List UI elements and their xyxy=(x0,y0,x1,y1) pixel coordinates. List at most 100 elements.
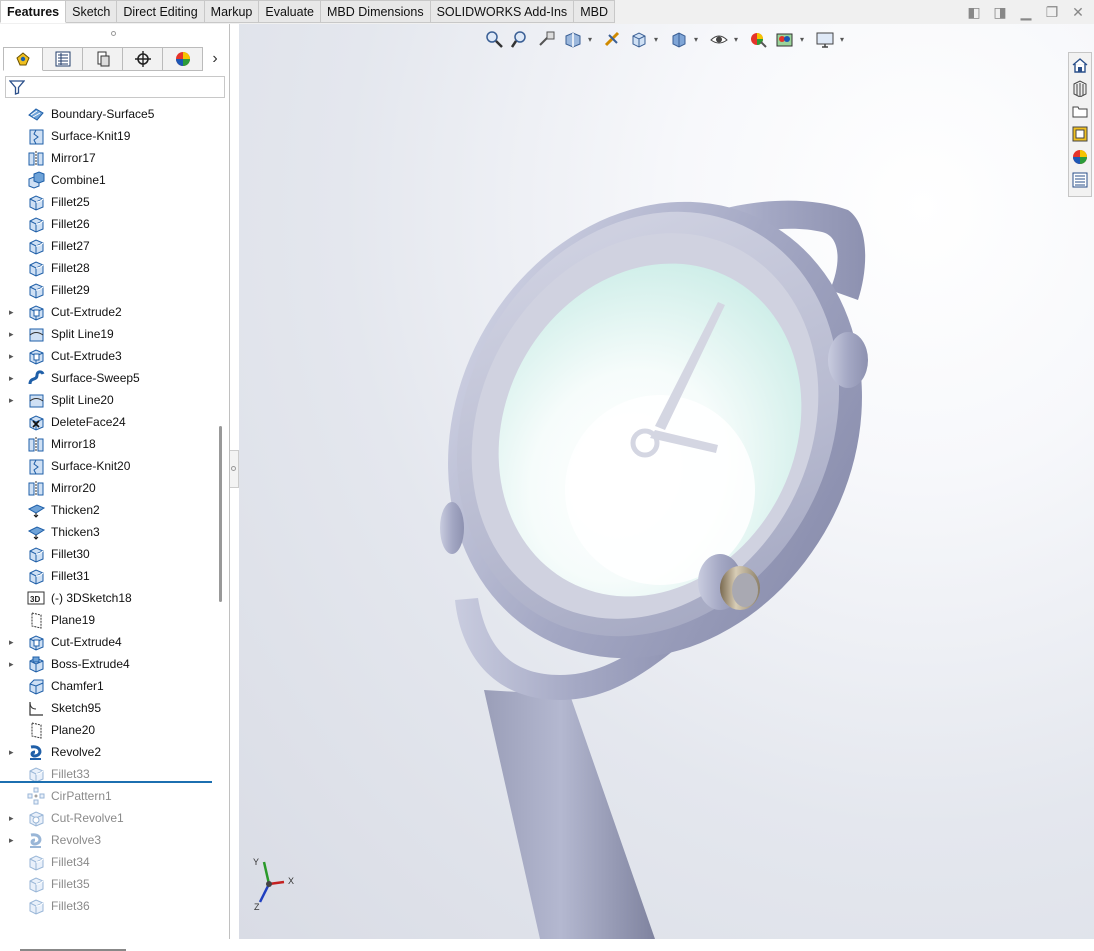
feature-tree-item[interactable]: Chamfer1 xyxy=(0,675,214,697)
dropdown-arrow-icon[interactable]: ▾ xyxy=(654,35,662,44)
feature-tree-item[interactable]: Plane20 xyxy=(0,719,214,741)
feature-tree-item[interactable]: Mirror18 xyxy=(0,433,214,455)
tab-display-manager[interactable] xyxy=(163,47,203,71)
triad-label-y: Y xyxy=(253,857,259,867)
feature-tree-item[interactable]: Combine1 xyxy=(0,169,214,191)
feature-tree-item[interactable]: Fillet36 xyxy=(0,895,214,917)
feature-tree-item[interactable]: ▸ Cut-Extrude3 xyxy=(0,345,214,367)
vertical-scrollbar[interactable] xyxy=(219,426,222,602)
edit-appearance-icon[interactable] xyxy=(748,29,768,49)
expand-arrow-icon[interactable]: ▸ xyxy=(9,307,17,317)
dropdown-arrow-icon[interactable]: ▾ xyxy=(840,35,848,44)
feature-tree-item[interactable]: ▸ Split Line19 xyxy=(0,323,214,345)
feature-tree-item[interactable]: Surface-Knit20 xyxy=(0,455,214,477)
close-icon[interactable]: ✕ xyxy=(1070,4,1086,20)
feature-tree-item[interactable]: Fillet25 xyxy=(0,191,214,213)
surface-knit-icon xyxy=(27,457,45,475)
feature-tree-item[interactable]: Fillet28 xyxy=(0,257,214,279)
feature-tree-item[interactable]: ▸ Cut-Revolve1 xyxy=(0,807,214,829)
fillet-icon xyxy=(27,237,45,255)
tab-mbd[interactable]: MBD xyxy=(574,0,615,23)
feature-tree-item[interactable]: Thicken2 xyxy=(0,499,214,521)
tab-solidworks-add-ins[interactable]: SOLIDWORKS Add-Ins xyxy=(430,0,575,23)
hide-show-items-icon[interactable] xyxy=(708,29,728,49)
dynamic-annotation-icon[interactable] xyxy=(602,29,622,49)
feature-tree-item[interactable]: Fillet31 xyxy=(0,565,214,587)
panel-grip[interactable] xyxy=(0,24,230,44)
dropdown-arrow-icon[interactable]: ▾ xyxy=(800,35,808,44)
design-library-icon[interactable] xyxy=(1069,77,1091,99)
feature-tree-item[interactable]: ▸ Revolve3 xyxy=(0,829,214,851)
apply-scene-icon[interactable] xyxy=(774,29,794,49)
expand-arrow-icon[interactable]: ▸ xyxy=(9,351,17,361)
zoom-to-fit-icon[interactable] xyxy=(484,29,504,49)
section-view-icon[interactable] xyxy=(562,29,582,49)
feature-tree-item[interactable]: DeleteFace24 xyxy=(0,411,214,433)
view-settings-icon[interactable] xyxy=(814,29,834,49)
expand-arrow-icon[interactable]: ▸ xyxy=(9,395,17,405)
restore-icon[interactable]: ❐ xyxy=(1044,4,1060,20)
zoom-to-area-icon[interactable] xyxy=(510,29,530,49)
feature-tree-filter[interactable] xyxy=(5,76,225,98)
tab-dimxpert-manager[interactable] xyxy=(123,47,163,71)
svg-text:3D: 3D xyxy=(30,595,40,604)
graphics-area[interactable]: ▾ ▾ ▾ ▾ ▾ ▾ Y X Z xyxy=(239,24,1094,939)
previous-view-icon[interactable] xyxy=(536,29,556,49)
feature-tree-item[interactable]: ▸ Split Line20 xyxy=(0,389,214,411)
dropdown-arrow-icon[interactable]: ▾ xyxy=(588,35,596,44)
feature-tree-item[interactable]: Plane19 xyxy=(0,609,214,631)
dropdown-arrow-icon[interactable]: ▾ xyxy=(734,35,742,44)
feature-tree-item[interactable]: Fillet34 xyxy=(0,851,214,873)
expand-arrow-icon[interactable]: ▸ xyxy=(9,747,17,757)
feature-tree-item[interactable]: Fillet29 xyxy=(0,279,214,301)
chevron-right-icon[interactable]: › xyxy=(203,47,227,71)
feature-tree-item[interactable]: Fillet27 xyxy=(0,235,214,257)
feature-tree-item[interactable]: Fillet26 xyxy=(0,213,214,235)
feature-tree-item[interactable]: Boundary-Surface5 xyxy=(0,103,214,125)
feature-tree-item[interactable]: ▸ Boss-Extrude4 xyxy=(0,653,214,675)
expand-arrow-icon[interactable]: ▸ xyxy=(9,659,17,669)
tab-evaluate[interactable]: Evaluate xyxy=(259,0,322,23)
feature-tree-item[interactable]: Mirror17 xyxy=(0,147,214,169)
feature-tree-item[interactable]: Surface-Knit19 xyxy=(0,125,214,147)
expand-arrow-icon[interactable]: ▸ xyxy=(9,329,17,339)
tab-mbd-dimensions[interactable]: MBD Dimensions xyxy=(321,0,431,23)
view-palette-icon[interactable] xyxy=(1069,123,1091,145)
file-explorer-icon[interactable] xyxy=(1069,100,1091,122)
tab-sketch[interactable]: Sketch xyxy=(66,0,118,23)
feature-tree-item[interactable]: Sketch95 xyxy=(0,697,214,719)
expand-arrow-icon[interactable]: ▸ xyxy=(9,373,17,383)
expand-arrow-icon[interactable]: ▸ xyxy=(9,835,17,845)
feature-tree-item[interactable]: ▸ Surface-Sweep5 xyxy=(0,367,214,389)
expand-arrow-icon[interactable]: ▸ xyxy=(9,637,17,647)
tab-property-manager[interactable] xyxy=(43,47,83,71)
feature-tree-item[interactable]: CirPattern1 xyxy=(0,785,214,807)
dropdown-arrow-icon[interactable]: ▾ xyxy=(694,35,702,44)
tab-feature-manager[interactable] xyxy=(3,47,43,71)
custom-properties-icon[interactable] xyxy=(1069,169,1091,191)
watch-model[interactable] xyxy=(239,24,1094,939)
feature-tree-item[interactable]: Fillet35 xyxy=(0,873,214,895)
tile-left-icon[interactable]: ◧ xyxy=(966,4,982,20)
rollback-bar[interactable] xyxy=(0,781,212,783)
feature-tree-item[interactable]: Fillet30 xyxy=(0,543,214,565)
tab-features[interactable]: Features xyxy=(0,0,67,23)
minimize-icon[interactable]: ▁ xyxy=(1018,4,1034,20)
solidworks-resources-icon[interactable] xyxy=(1069,54,1091,76)
display-style-icon[interactable] xyxy=(668,29,688,49)
panel-splitter[interactable] xyxy=(230,450,239,488)
tab-configuration-manager[interactable] xyxy=(83,47,123,71)
feature-tree-item[interactable]: ▸ Revolve2 xyxy=(0,741,214,763)
tab-direct-editing[interactable]: Direct Editing xyxy=(117,0,205,23)
expand-arrow-icon[interactable]: ▸ xyxy=(9,813,17,823)
view-orientation-icon[interactable] xyxy=(628,29,648,49)
tile-right-icon[interactable]: ◨ xyxy=(992,4,1008,20)
feature-tree-item[interactable]: 3D (-) 3DSketch18 xyxy=(0,587,214,609)
feature-tree-item[interactable]: ▸ Cut-Extrude2 xyxy=(0,301,214,323)
feature-tree-item[interactable]: Thicken3 xyxy=(0,521,214,543)
feature-tree-item[interactable]: ▸ Cut-Extrude4 xyxy=(0,631,214,653)
feature-tree-item[interactable]: Mirror20 xyxy=(0,477,214,499)
appearances-icon[interactable] xyxy=(1069,146,1091,168)
tab-markup[interactable]: Markup xyxy=(204,0,260,23)
triad-label-z: Z xyxy=(254,902,260,912)
